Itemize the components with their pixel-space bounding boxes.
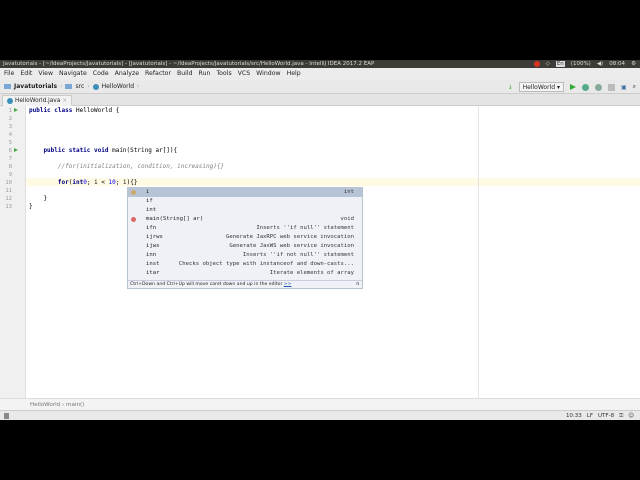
code-line: } bbox=[29, 203, 33, 210]
line-number: 2 bbox=[8, 116, 12, 122]
menu-run[interactable]: Run bbox=[199, 68, 211, 80]
tab-helloworld-java[interactable]: HelloWorld.java × bbox=[2, 95, 73, 106]
menu-analyze[interactable]: Analyze bbox=[115, 68, 139, 80]
line-number: 1 bbox=[8, 108, 12, 114]
menu-bar: File Edit View Navigate Code Analyze Ref… bbox=[0, 68, 640, 80]
completion-item[interactable]: ifn Inserts ''if null'' statement bbox=[128, 224, 362, 233]
line-number: 13 bbox=[5, 204, 12, 210]
line-number: 5 bbox=[8, 140, 12, 146]
line-number: 8 bbox=[8, 164, 12, 170]
menu-file[interactable]: File bbox=[4, 68, 14, 80]
coverage-icon[interactable] bbox=[594, 83, 602, 91]
project-icon bbox=[4, 84, 11, 89]
battery-label[interactable]: (100%) bbox=[571, 61, 591, 67]
run-icon[interactable] bbox=[569, 84, 576, 90]
line-number: 7 bbox=[8, 156, 12, 162]
completion-item[interactable]: int bbox=[128, 206, 362, 215]
pi-icon[interactable]: π bbox=[356, 281, 359, 289]
completion-item[interactable]: main(String[] ar) void bbox=[128, 215, 362, 224]
class-icon bbox=[92, 83, 99, 90]
menu-edit[interactable]: Edit bbox=[20, 68, 32, 80]
system-tray: ◇ En (100%) ◀) 08:04 ⚙ bbox=[533, 60, 636, 68]
completion-hint: Ctrl+Down and Ctrl+Up will move caret do… bbox=[128, 280, 362, 288]
breadcrumb-method[interactable]: main() bbox=[66, 402, 84, 408]
run-main-icon[interactable] bbox=[14, 148, 18, 152]
gutter: 1 2 3 4 5 6 7 8 9 10 11 12 13 bbox=[0, 106, 26, 398]
run-class-icon[interactable] bbox=[14, 108, 18, 112]
hint-more-link[interactable]: >> bbox=[284, 282, 292, 287]
stop-icon[interactable] bbox=[607, 83, 615, 91]
line-number: 11 bbox=[5, 188, 12, 194]
code-line: } bbox=[29, 195, 48, 202]
menu-build[interactable]: Build bbox=[177, 68, 193, 80]
volume-icon[interactable]: ◀) bbox=[597, 61, 603, 67]
gear-icon[interactable]: ⚙ bbox=[631, 61, 636, 67]
inspector-icon[interactable]: ☺ bbox=[628, 411, 634, 421]
menu-window[interactable]: Window bbox=[256, 68, 280, 80]
method-icon bbox=[131, 217, 136, 222]
lock-icon[interactable]: ⚿ bbox=[619, 411, 623, 421]
editor-breadcrumb: HelloWorld › main() bbox=[0, 398, 640, 410]
code-line: public static void main(String ar[]){ bbox=[29, 147, 178, 154]
close-icon[interactable]: × bbox=[62, 98, 67, 104]
menu-navigate[interactable]: Navigate bbox=[59, 68, 87, 80]
folder-icon bbox=[65, 84, 73, 89]
class-icon bbox=[7, 98, 13, 104]
line-separator[interactable]: LF bbox=[587, 411, 593, 421]
completion-item[interactable]: if bbox=[128, 197, 362, 206]
completion-item[interactable]: inst Checks object type with instanceof a… bbox=[128, 260, 362, 269]
project-structure-icon[interactable]: ▣ bbox=[621, 84, 627, 91]
tab-label: HelloWorld.java bbox=[15, 98, 61, 104]
breadcrumb-class[interactable]: HelloWorld bbox=[30, 402, 60, 408]
nav-project[interactable]: Javatutorials bbox=[14, 83, 57, 90]
build-icon[interactable]: ↓ bbox=[508, 84, 513, 91]
editor-tabs: HelloWorld.java × bbox=[0, 94, 640, 106]
search-icon[interactable]: ⌕ bbox=[633, 83, 636, 91]
file-encoding[interactable]: UTF-8 bbox=[598, 411, 614, 421]
completion-item[interactable]: ijrws Generate JaxRPC web service invocat… bbox=[128, 233, 362, 242]
completion-item[interactable]: itar Iterate elements of array bbox=[128, 269, 362, 278]
menu-tools[interactable]: Tools bbox=[216, 68, 231, 80]
record-icon[interactable] bbox=[533, 61, 540, 67]
line-number: 12 bbox=[5, 196, 12, 202]
nav-file[interactable]: HelloWorld bbox=[102, 83, 134, 90]
menu-view[interactable]: View bbox=[38, 68, 53, 80]
line-number: 3 bbox=[8, 124, 12, 130]
wifi-icon[interactable]: ◇ bbox=[546, 61, 550, 67]
toolbar: ↓ HelloWorld ▾ ▣ ⌕ bbox=[508, 81, 636, 93]
run-config-select[interactable]: HelloWorld ▾ bbox=[518, 82, 564, 92]
line-number: 9 bbox=[8, 172, 12, 178]
variable-icon bbox=[131, 190, 136, 195]
status-bar: 10:33 LF UTF-8 ⚿ ☺ bbox=[0, 410, 640, 420]
line-number: 6 bbox=[8, 148, 12, 154]
line-number: 4 bbox=[8, 132, 12, 138]
debug-icon[interactable] bbox=[581, 83, 589, 91]
code-line: public class HelloWorld { bbox=[29, 107, 120, 114]
completion-item[interactable]: ijws Generate JaxWS web service invocatio… bbox=[128, 242, 362, 251]
nav-folder[interactable]: src bbox=[75, 83, 84, 90]
code-line: for(int0; i < 10; i){} bbox=[29, 179, 138, 186]
menu-vcs[interactable]: VCS bbox=[238, 68, 250, 80]
code-comment: //for(initialization, condition, increas… bbox=[29, 163, 225, 170]
completion-item[interactable]: i int bbox=[128, 188, 362, 197]
completion-item[interactable]: inn Inserts ''if not null'' statement bbox=[128, 251, 362, 260]
menu-help[interactable]: Help bbox=[287, 68, 301, 80]
menu-code[interactable]: Code bbox=[93, 68, 109, 80]
keyboard-lang[interactable]: En bbox=[555, 61, 565, 67]
right-margin-guide bbox=[478, 106, 479, 398]
clock[interactable]: 08:04 bbox=[609, 61, 625, 67]
caret-position[interactable]: 10:33 bbox=[566, 411, 582, 421]
menu-refactor[interactable]: Refactor bbox=[145, 68, 171, 80]
tool-windows-icon[interactable] bbox=[4, 413, 9, 419]
completion-popup: i int if int main(String[] ar) void ifn Ins… bbox=[127, 187, 363, 289]
line-number: 10 bbox=[5, 180, 12, 186]
